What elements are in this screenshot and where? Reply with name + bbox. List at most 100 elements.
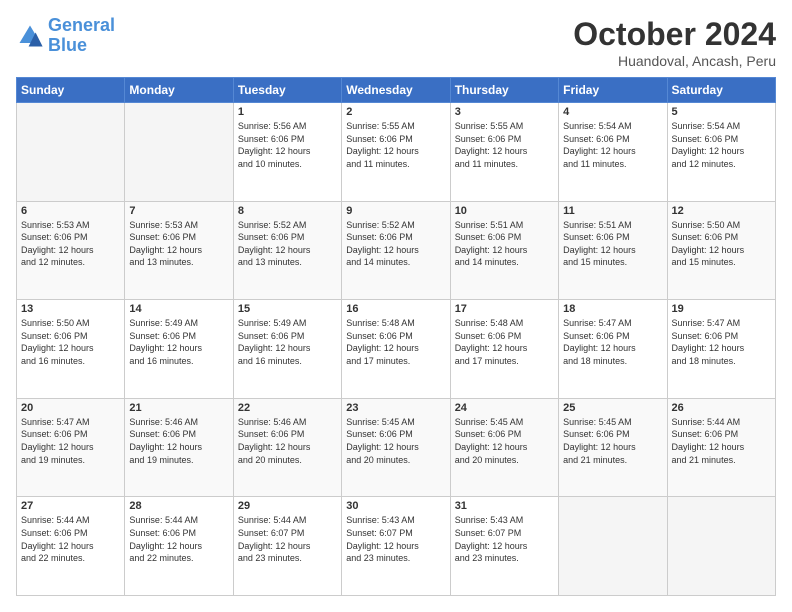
calendar-cell: 28 Sunrise: 5:44 AM Sunset: 6:06 PM Dayli…	[125, 497, 233, 596]
month-title: October 2024	[573, 16, 776, 53]
day-number: 31	[455, 500, 554, 512]
day-number: 25	[563, 402, 662, 414]
day-info: Sunrise: 5:46 AM Sunset: 6:06 PM Dayligh…	[129, 416, 228, 466]
day-number: 11	[563, 205, 662, 217]
col-sunday: Sunday	[17, 78, 125, 103]
col-saturday: Saturday	[667, 78, 775, 103]
day-number: 26	[672, 402, 771, 414]
day-info: Sunrise: 5:53 AM Sunset: 6:06 PM Dayligh…	[129, 219, 228, 269]
calendar-cell: 9 Sunrise: 5:52 AM Sunset: 6:06 PM Daylig…	[342, 201, 450, 300]
calendar-cell: 26 Sunrise: 5:44 AM Sunset: 6:06 PM Dayli…	[667, 398, 775, 497]
day-number: 12	[672, 205, 771, 217]
calendar-cell: 16 Sunrise: 5:48 AM Sunset: 6:06 PM Dayli…	[342, 300, 450, 399]
day-number: 24	[455, 402, 554, 414]
col-tuesday: Tuesday	[233, 78, 341, 103]
day-info: Sunrise: 5:52 AM Sunset: 6:06 PM Dayligh…	[346, 219, 445, 269]
calendar-cell: 14 Sunrise: 5:49 AM Sunset: 6:06 PM Dayli…	[125, 300, 233, 399]
day-number: 21	[129, 402, 228, 414]
day-number: 13	[21, 303, 120, 315]
day-info: Sunrise: 5:51 AM Sunset: 6:06 PM Dayligh…	[455, 219, 554, 269]
location: Huandoval, Ancash, Peru	[573, 53, 776, 69]
col-monday: Monday	[125, 78, 233, 103]
day-number: 22	[238, 402, 337, 414]
calendar-cell: 8Sunrise: 5:52 AM Sunset: 6:06 PM Daylig…	[233, 201, 341, 300]
day-number: 16	[346, 303, 445, 315]
day-number: 3	[455, 106, 554, 118]
day-number: 9	[346, 205, 445, 217]
logo: General Blue	[16, 16, 115, 56]
col-friday: Friday	[559, 78, 667, 103]
day-number: 30	[346, 500, 445, 512]
calendar-cell: 18 Sunrise: 5:47 AM Sunset: 6:06 PM Dayli…	[559, 300, 667, 399]
calendar-cell: 19Sunrise: 5:47 AM Sunset: 6:06 PM Dayli…	[667, 300, 775, 399]
day-info: Sunrise: 5:48 AM Sunset: 6:06 PM Dayligh…	[455, 317, 554, 367]
day-number: 18	[563, 303, 662, 315]
title-block: October 2024 Huandoval, Ancash, Peru	[573, 16, 776, 69]
day-info: Sunrise: 5:56 AM Sunset: 6:06 PM Dayligh…	[238, 120, 337, 170]
day-number: 28	[129, 500, 228, 512]
day-info: Sunrise: 5:45 AM Sunset: 6:06 PM Dayligh…	[346, 416, 445, 466]
day-number: 29	[238, 500, 337, 512]
logo-line2: Blue	[48, 35, 87, 55]
logo-icon	[16, 22, 44, 50]
calendar-cell	[125, 103, 233, 202]
calendar-cell: 20 Sunrise: 5:47 AM Sunset: 6:06 PM Dayli…	[17, 398, 125, 497]
day-info: Sunrise: 5:55 AM Sunset: 6:06 PM Dayligh…	[346, 120, 445, 170]
calendar-cell: 3 Sunrise: 5:55 AM Sunset: 6:06 PM Daylig…	[450, 103, 558, 202]
day-number: 10	[455, 205, 554, 217]
calendar-cell: 1Sunrise: 5:56 AM Sunset: 6:06 PM Daylig…	[233, 103, 341, 202]
calendar-cell: 13 Sunrise: 5:50 AM Sunset: 6:06 PM Dayli…	[17, 300, 125, 399]
day-number: 20	[21, 402, 120, 414]
day-info: Sunrise: 5:47 AM Sunset: 6:06 PM Dayligh…	[672, 317, 771, 367]
calendar-cell: 6 Sunrise: 5:53 AM Sunset: 6:06 PM Daylig…	[17, 201, 125, 300]
calendar-cell	[17, 103, 125, 202]
calendar-cell: 29 Sunrise: 5:44 AM Sunset: 6:07 PM Dayli…	[233, 497, 341, 596]
day-info: Sunrise: 5:45 AM Sunset: 6:06 PM Dayligh…	[455, 416, 554, 466]
day-number: 17	[455, 303, 554, 315]
col-thursday: Thursday	[450, 78, 558, 103]
day-info: Sunrise: 5:50 AM Sunset: 6:06 PM Dayligh…	[21, 317, 120, 367]
calendar-cell: 5Sunrise: 5:54 AM Sunset: 6:06 PM Daylig…	[667, 103, 775, 202]
day-info: Sunrise: 5:55 AM Sunset: 6:06 PM Dayligh…	[455, 120, 554, 170]
day-info: Sunrise: 5:44 AM Sunset: 6:07 PM Dayligh…	[238, 514, 337, 564]
calendar-table: Sunday Monday Tuesday Wednesday Thursday…	[16, 77, 776, 596]
calendar-cell: 10 Sunrise: 5:51 AM Sunset: 6:06 PM Dayli…	[450, 201, 558, 300]
day-number: 7	[129, 205, 228, 217]
day-info: Sunrise: 5:44 AM Sunset: 6:06 PM Dayligh…	[21, 514, 120, 564]
day-info: Sunrise: 5:54 AM Sunset: 6:06 PM Dayligh…	[563, 120, 662, 170]
calendar-week-3: 20 Sunrise: 5:47 AM Sunset: 6:06 PM Dayli…	[17, 398, 776, 497]
header: General Blue October 2024 Huandoval, Anc…	[16, 16, 776, 69]
col-wednesday: Wednesday	[342, 78, 450, 103]
calendar-cell	[667, 497, 775, 596]
day-number: 4	[563, 106, 662, 118]
calendar-cell: 12 Sunrise: 5:50 AM Sunset: 6:06 PM Dayli…	[667, 201, 775, 300]
calendar-cell: 17 Sunrise: 5:48 AM Sunset: 6:06 PM Dayli…	[450, 300, 558, 399]
day-info: Sunrise: 5:47 AM Sunset: 6:06 PM Dayligh…	[563, 317, 662, 367]
day-info: Sunrise: 5:43 AM Sunset: 6:07 PM Dayligh…	[346, 514, 445, 564]
day-info: Sunrise: 5:44 AM Sunset: 6:06 PM Dayligh…	[672, 416, 771, 466]
calendar-week-4: 27Sunrise: 5:44 AM Sunset: 6:06 PM Dayli…	[17, 497, 776, 596]
day-info: Sunrise: 5:45 AM Sunset: 6:06 PM Dayligh…	[563, 416, 662, 466]
day-number: 15	[238, 303, 337, 315]
day-info: Sunrise: 5:44 AM Sunset: 6:06 PM Dayligh…	[129, 514, 228, 564]
day-info: Sunrise: 5:47 AM Sunset: 6:06 PM Dayligh…	[21, 416, 120, 466]
day-info: Sunrise: 5:48 AM Sunset: 6:06 PM Dayligh…	[346, 317, 445, 367]
day-number: 14	[129, 303, 228, 315]
day-number: 2	[346, 106, 445, 118]
logo-text: General Blue	[48, 16, 115, 56]
calendar-week-0: 1Sunrise: 5:56 AM Sunset: 6:06 PM Daylig…	[17, 103, 776, 202]
day-info: Sunrise: 5:46 AM Sunset: 6:06 PM Dayligh…	[238, 416, 337, 466]
calendar-cell: 25 Sunrise: 5:45 AM Sunset: 6:06 PM Dayli…	[559, 398, 667, 497]
logo-line1: General	[48, 15, 115, 35]
day-info: Sunrise: 5:49 AM Sunset: 6:06 PM Dayligh…	[129, 317, 228, 367]
calendar-cell: 27Sunrise: 5:44 AM Sunset: 6:06 PM Dayli…	[17, 497, 125, 596]
page: General Blue October 2024 Huandoval, Anc…	[0, 0, 792, 612]
calendar-cell: 22 Sunrise: 5:46 AM Sunset: 6:06 PM Dayli…	[233, 398, 341, 497]
calendar-cell: 21 Sunrise: 5:46 AM Sunset: 6:06 PM Dayli…	[125, 398, 233, 497]
day-info: Sunrise: 5:50 AM Sunset: 6:06 PM Dayligh…	[672, 219, 771, 269]
day-number: 6	[21, 205, 120, 217]
calendar-cell: 23Sunrise: 5:45 AM Sunset: 6:06 PM Dayli…	[342, 398, 450, 497]
calendar-week-2: 13 Sunrise: 5:50 AM Sunset: 6:06 PM Dayli…	[17, 300, 776, 399]
day-info: Sunrise: 5:53 AM Sunset: 6:06 PM Dayligh…	[21, 219, 120, 269]
calendar-cell: 24 Sunrise: 5:45 AM Sunset: 6:06 PM Dayli…	[450, 398, 558, 497]
